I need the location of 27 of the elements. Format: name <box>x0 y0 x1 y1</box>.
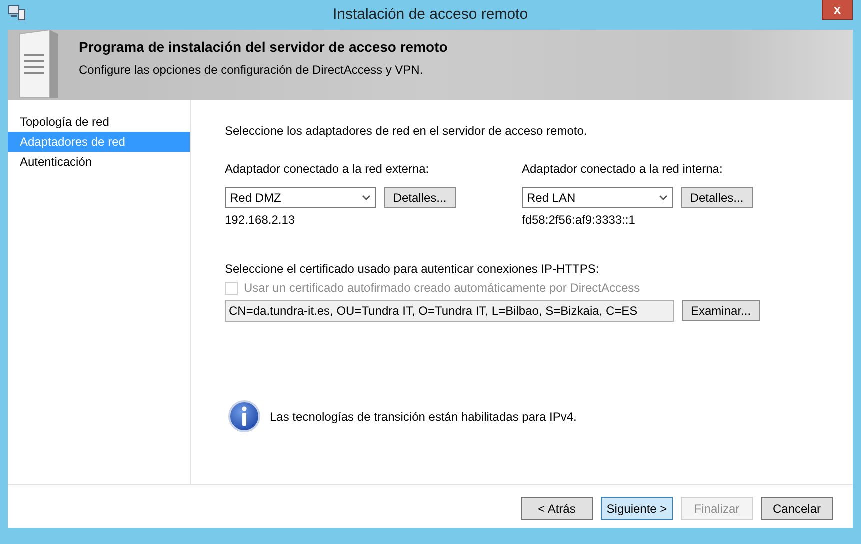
info-icon <box>228 400 261 433</box>
step-item[interactable]: Autenticación <box>8 152 190 172</box>
wizard-button[interactable]: < Atrás <box>521 497 593 520</box>
checkbox-label: Usar un certificado autofirmado creado automáticamente por DirectAccess <box>244 281 640 295</box>
details-button[interactable]: Detalles... <box>384 187 456 208</box>
wizard-button[interactable]: Siguiente > <box>601 497 673 520</box>
header-subtitle: Configure las opciones de configuración de DirectAccess y VPN. <box>79 63 424 77</box>
adapter-address: fd58:2f56:af9:3333::1 <box>522 213 636 227</box>
info-text: Las tecnologías de transición están habilitadas para IPv4. <box>270 410 577 424</box>
intro-text: Seleccione los adaptadores de red en el servidor de acceso remoto. <box>225 124 588 138</box>
certificate-label: Seleccione el certificado usado para autenticar conexiones IP-HTTPS: <box>225 262 600 276</box>
browse-button[interactable]: Examinar... <box>682 300 760 321</box>
adapter-dropdown[interactable]: Red LAN <box>522 187 673 208</box>
adapter-dropdown[interactable]: Red DMZ <box>225 187 376 208</box>
adapter-label: Adaptador conectado a la red interna: <box>522 162 724 176</box>
window-title: Instalación de acceso remoto <box>332 5 528 25</box>
step-item[interactable]: Topología de red <box>8 112 190 132</box>
chevron-icon <box>362 194 371 200</box>
certificate-field[interactable]: CN=da.tundra-it.es, OU=Tundra IT, O=Tundra IT, L=Bilbao, S=Bizkaia, C=ES <box>225 300 674 322</box>
wizard-button[interactable]: Cancelar <box>761 497 833 520</box>
header-title: Programa de instalación del servidor de acceso remoto <box>79 39 448 55</box>
chevron-icon <box>659 194 668 200</box>
details-button[interactable]: Detalles... <box>681 187 753 208</box>
computer-icon <box>8 5 26 21</box>
adapter-address: 192.168.2.13 <box>225 213 296 227</box>
close-button[interactable]: x <box>822 0 853 20</box>
adapter-label: Adaptador conectado a la red externa: <box>225 162 430 176</box>
